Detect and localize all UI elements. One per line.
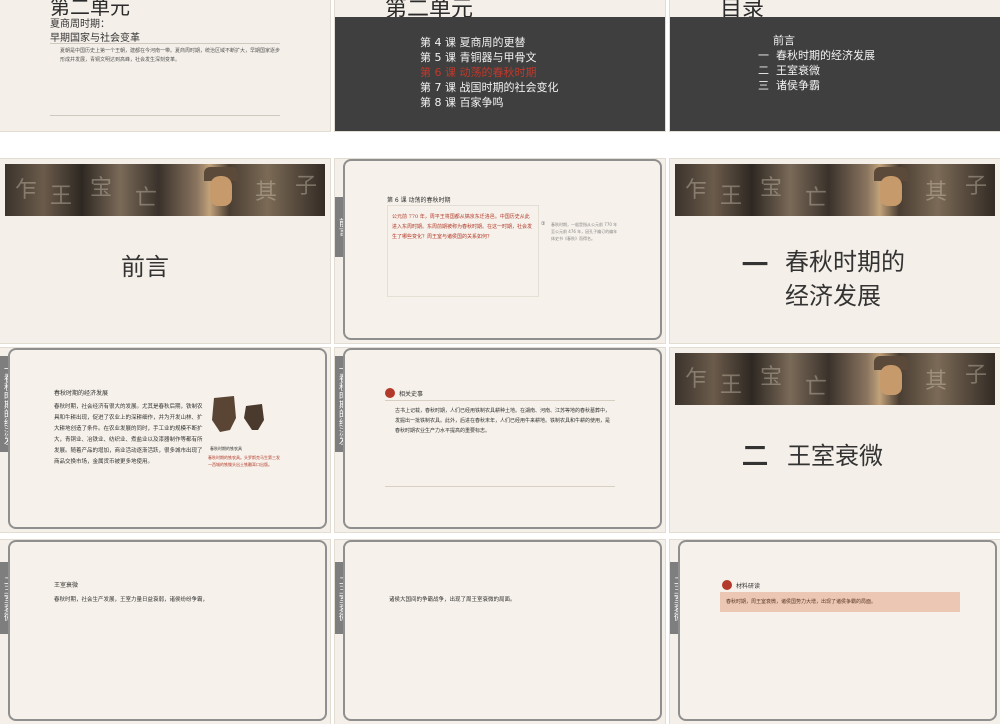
divider	[50, 43, 280, 44]
section-number: 二	[742, 442, 769, 472]
material-icon	[722, 580, 732, 590]
slide-section2-cover[interactable]: 乍王 宝亡 其子 二 王室衰微	[670, 348, 1000, 532]
royal-decline-text: 诸侯大国间的争霸战争，出现了周王室衰微的局面。	[389, 597, 516, 603]
content-frame: 诸侯大国间的争霸战争，出现了周王室衰微的局面。	[343, 540, 662, 721]
unit-subtitle-1: 夏商周时期：	[50, 19, 110, 30]
contents-item-1[interactable]: 一 春秋时期的经济发展	[758, 48, 875, 63]
slide-contents[interactable]: 目录 前言 一 春秋时期的经济发展 二 王室衰微 三 诸侯争霸	[670, 0, 1000, 131]
royal-decline-text: 春秋时期，社会生产发展，王室力量日益衰弱，诸侯纷纷争霸，	[54, 597, 209, 603]
image-caption: 春秋时期的铁农具。头罗斯克马生第三发一西城的铁锄头出土铁雕耳口出版。	[208, 455, 280, 467]
slide-preface-content[interactable]: 前言 第 6 课 动荡的春秋时期 公元前 770 年，周平王将国都从镐京东迁洛邑…	[335, 159, 665, 343]
slide-unit-cover[interactable]: 第二单元 夏商周时期： 早期国家与社会变革 夏朝是中国历史上第一个王朝，建都在今…	[0, 0, 330, 131]
content-heading: 相关史事	[399, 391, 424, 398]
lesson-item[interactable]: 第 7 课 战国时期的社会变化	[420, 80, 559, 95]
slide-material-reading[interactable]: 二王室衰微 材料研读 春秋时期，周王室衰微，诸侯国势力大增，出现了诸侯争霸的局面…	[670, 540, 1000, 724]
bronze-inscription-banner: 乍王 宝亡 其子	[675, 164, 995, 216]
slide-related-history[interactable]: 一春秋时期的经济发展 相关史事 古书上记载，春秋时期，人们已经用铁制农具耕种土地…	[335, 348, 665, 532]
content-heading: 材料研读	[736, 583, 761, 590]
content-heading: 王室衰微	[54, 582, 79, 589]
section-number: 一	[742, 251, 769, 281]
iron-tool-shape	[244, 404, 264, 430]
section-title-line-1: 春秋时期的	[785, 248, 905, 276]
related-history-icon	[385, 388, 395, 398]
contents-item-preface[interactable]: 前言	[758, 33, 875, 48]
slide-unit-lessons[interactable]: 第二单元 第 4 课 夏商周的更替 第 5 课 青铜器与甲骨文 第 6 课 动荡…	[335, 0, 665, 131]
quote-box: 公元前 770 年，周平王将国都从镐京东迁洛邑。中国历史从此进入东周时期。东周前…	[387, 205, 539, 297]
unit-intro-text: 夏朝是中国历史上第一个王朝，建都在今河南一带。夏商周时期，统治区域不断扩大，早期…	[60, 48, 281, 63]
bronze-inscription-banner: 乍王 宝亡 其子	[5, 164, 325, 216]
related-history-text: 古书上记载，春秋时期，人们已经用铁制农具耕种土地。在湖南、河南、江苏等地的春秋墓…	[395, 408, 611, 434]
bronze-inscription-banner: 乍王 宝亡 其子	[675, 353, 995, 405]
contents-panel: 前言 一 春秋时期的经济发展 二 王室衰微 三 诸侯争霸	[670, 17, 1000, 131]
lesson-item-current[interactable]: 第 6 课 动荡的春秋时期	[420, 65, 559, 80]
contents-item-3[interactable]: 三 诸侯争霸	[758, 78, 875, 93]
lesson-list-panel: 第 4 课 夏商周的更替 第 5 课 青铜器与甲骨文 第 6 课 动荡的春秋时期…	[335, 17, 665, 131]
lesson-heading: 第 6 课 动荡的春秋时期	[387, 197, 451, 204]
lesson-item[interactable]: 第 8 课 百家争鸣	[420, 95, 559, 110]
divider	[50, 115, 280, 116]
content-frame: 相关史事 古书上记载，春秋时期，人们已经用铁制农具耕种土地。在湖南、河南、江苏等…	[343, 348, 662, 529]
slide-royal-decline-2[interactable]: 二王室衰微 诸侯大国间的争霸战争，出现了周王室衰微的局面。	[335, 540, 665, 724]
divider	[385, 486, 615, 487]
slide-economy-content[interactable]: 一春秋时期的经济发展 春秋时期的经济发展 春秋时期，社会经济有很大的发展。尤其是…	[0, 348, 330, 532]
iron-tool-shape	[212, 396, 236, 432]
slide-section1-cover[interactable]: 乍王 宝亡 其子 一 春秋时期的 经济发展	[670, 159, 1000, 343]
material-box: 春秋时期，周王室衰微，诸侯国势力大增，出现了诸侯争霸的局面。	[720, 592, 960, 612]
footnote-marker: ①	[541, 221, 546, 227]
intro-quote: 公元前 770 年，周平王将国都从镐京东迁洛邑。中国历史从此进入东周时期。东周前…	[392, 214, 533, 240]
iron-tools-image	[208, 390, 280, 450]
material-text: 春秋时期，周王室衰微，诸侯国势力大增，出现了诸侯争霸的局面。	[726, 599, 877, 605]
slide-preface-cover[interactable]: 乍王 宝亡 其子 前言	[0, 159, 330, 343]
figure-face	[880, 365, 902, 395]
content-frame: 第 6 课 动荡的春秋时期 公元前 770 年，周平王将国都从镐京东迁洛邑。中国…	[343, 159, 662, 340]
content-frame: 春秋时期的经济发展 春秋时期，社会经济有很大的发展。尤其是春秋后期，铁制农具和牛…	[8, 348, 327, 529]
figure-face	[210, 176, 232, 206]
economy-text: 春秋时期，社会经济有很大的发展。尤其是春秋后期，铁制农具和牛耕出现，促进了农业上…	[54, 404, 203, 465]
slide-royal-decline[interactable]: 二王室衰微 王室衰微 春秋时期，社会生产发展，王室力量日益衰弱，诸侯纷纷争霸，	[0, 540, 330, 724]
footnote-text: 春秋时期，一般是指从公元前 770 年至公元前 476 年，因孔子编订的编年体史…	[551, 222, 618, 241]
content-frame: 材料研读 春秋时期，周王室衰微，诸侯国势力大增，出现了诸侯争霸的局面。	[678, 540, 997, 721]
unit-subtitle-2: 早期国家与社会变革	[50, 33, 140, 44]
section-title: 春秋时期的 经济发展	[785, 245, 905, 313]
section-title: 王室衰微	[787, 442, 883, 470]
preface-title: 前言	[121, 253, 169, 281]
section-title-line-2: 经济发展	[785, 282, 881, 310]
content-frame: 王室衰微 春秋时期，社会生产发展，王室力量日益衰弱，诸侯纷纷争霸，	[8, 540, 327, 721]
contents-item-2[interactable]: 二 王室衰微	[758, 63, 875, 78]
figure-face	[880, 176, 902, 206]
content-heading: 春秋时期的经济发展	[54, 390, 109, 397]
image-label: 春秋时期的铁农具	[210, 446, 242, 451]
lesson-item[interactable]: 第 5 课 青铜器与甲骨文	[420, 50, 559, 65]
lesson-item[interactable]: 第 4 课 夏商周的更替	[420, 35, 559, 50]
divider	[385, 400, 615, 401]
